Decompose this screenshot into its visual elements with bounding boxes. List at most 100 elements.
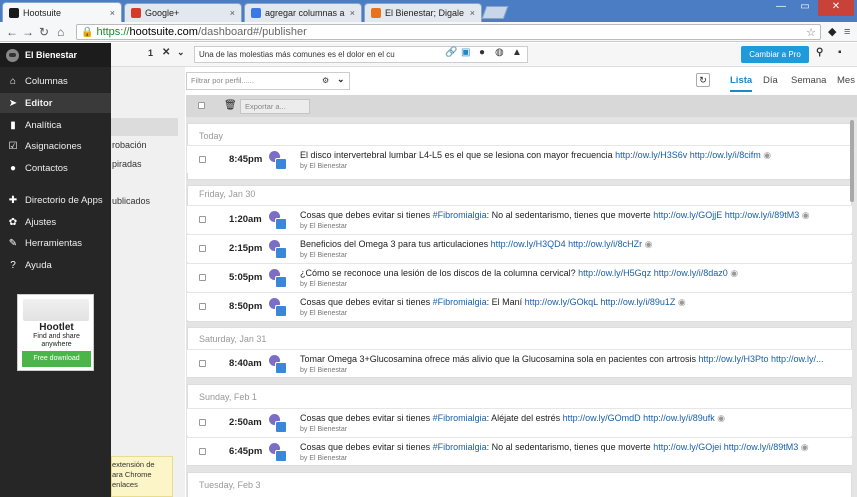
tab-semana[interactable]: Semana — [791, 75, 826, 86]
chevron-down-icon[interactable]: ⌄ — [337, 74, 345, 85]
reload-icon[interactable]: ↻ — [39, 24, 49, 40]
day-header: Saturday, Jan 31 — [199, 334, 267, 344]
screen: Hootsuite × Google+ × agregar columnas a… — [0, 0, 857, 497]
select-all-checkbox[interactable] — [198, 102, 205, 109]
message-text: El disco intervertebral lumbar L4-L5 es … — [300, 150, 772, 160]
sidebar-item-analitica[interactable]: ▮ Analítica — [0, 115, 111, 135]
sidebar-item-asignaciones[interactable]: ☑ Asignaciones — [0, 136, 111, 156]
publisher-nav-item[interactable]: ublicados — [112, 196, 150, 206]
row-checkbox[interactable] — [199, 303, 206, 310]
publisher-nav-item[interactable]: piradas — [112, 159, 142, 169]
google-search-favicon-icon — [251, 8, 261, 18]
hootlet-title: Hootlet — [39, 322, 74, 333]
back-arrow-icon[interactable]: ← — [6, 24, 18, 40]
profile-avatar-icon — [269, 355, 288, 374]
scheduled-time: 8:40am — [229, 358, 262, 369]
sidebar-item-columnas[interactable]: ⌂ Columnas — [0, 71, 111, 91]
close-icon[interactable]: × — [110, 8, 115, 18]
compose-message-input[interactable]: Una de las molestias más comunes es el d… — [194, 46, 528, 63]
sidebar-item-ajustes[interactable]: ✿ Ajustes — [0, 212, 111, 232]
sidebar-item-label: Herramientas — [25, 237, 83, 249]
close-icon[interactable]: × — [350, 8, 355, 18]
attach-link-icon[interactable]: 🔗 — [445, 47, 457, 58]
table-row[interactable]: 2:15pm Beneficios del Omega 3 para tus a… — [187, 234, 852, 262]
new-tab-button[interactable] — [481, 6, 509, 19]
browser-tab-google-plus[interactable]: Google+ × — [124, 3, 242, 22]
row-checkbox[interactable] — [199, 156, 206, 163]
table-row[interactable]: 8:40am Tomar Omega 3+Glucosamina ofrece … — [187, 349, 852, 377]
tab-lista[interactable]: Lista — [730, 75, 753, 92]
calendar-icon[interactable]: ▣ — [461, 47, 470, 58]
puzzle-icon: ✚ — [8, 194, 18, 206]
row-checkbox[interactable] — [199, 360, 206, 367]
filter-settings-icon[interactable]: ⚙ — [322, 76, 329, 85]
free-download-button[interactable]: Free download — [22, 351, 91, 367]
location-pin-icon[interactable]: ● — [479, 47, 485, 58]
row-checkbox[interactable] — [199, 245, 206, 252]
table-row[interactable]: 6:45pm Cosas que debes evitar si tienes … — [187, 437, 852, 465]
sidebar-item-directorio[interactable]: ✚ Directorio de Apps — [0, 190, 111, 210]
trash-icon[interactable]: 🗑 — [224, 100, 237, 111]
table-row[interactable]: 8:45pm El disco intervertebral lumbar L4… — [187, 145, 852, 173]
row-checkbox[interactable] — [199, 448, 206, 455]
menu-icon[interactable]: ≡ — [844, 24, 850, 40]
clear-profiles-icon[interactable]: ✕ — [162, 47, 170, 58]
browser-tab-search[interactable]: agregar columnas a hoots × — [244, 3, 362, 22]
upgrade-pro-button[interactable]: Cambiar a Pro — [741, 46, 809, 63]
tab-mes[interactable]: Mes — [837, 75, 855, 86]
minimize-icon[interactable]: — — [770, 0, 792, 16]
chat-icon[interactable]: ▪ — [838, 47, 842, 58]
day-card — [187, 472, 852, 497]
publisher-nav-highlight — [111, 118, 178, 136]
table-row[interactable]: 1:20am Cosas que debes evitar si tienes … — [187, 205, 852, 233]
day-header: Tuesday, Feb 3 — [199, 480, 261, 490]
publisher-nav-item[interactable]: robación — [112, 140, 147, 150]
search-icon[interactable]: ⚲ — [816, 47, 823, 58]
hootlet-extension-icon[interactable]: ◆ — [828, 24, 836, 40]
extension-notice-line: enlaces — [112, 480, 138, 489]
day-header: Friday, Jan 30 — [199, 189, 256, 199]
globe-icon[interactable]: ◍ — [495, 47, 504, 58]
browser-tab-title: agregar columnas a hoots — [265, 8, 346, 18]
export-button[interactable]: Exportar a... — [240, 99, 310, 114]
close-icon[interactable]: × — [230, 8, 235, 18]
message-text: Cosas que debes evitar si tienes #Fibrom… — [300, 442, 809, 452]
url-host: hootsuite.com — [129, 26, 198, 38]
table-row[interactable]: 5:05pm ¿Cómo se reconoce una lesión de l… — [187, 263, 852, 291]
brand-header[interactable]: El Bienestar — [0, 43, 111, 67]
browser-tab-hootsuite[interactable]: Hootsuite × — [2, 2, 122, 22]
sidebar-item-contactos[interactable]: ● Contactos — [0, 158, 111, 178]
scheduled-time: 5:05pm — [229, 272, 263, 283]
day-header: Sunday, Feb 1 — [199, 392, 257, 402]
window-close-icon[interactable]: ✕ — [818, 0, 854, 16]
address-bar[interactable]: 🔒 https:// hootsuite.com /dashboard#/pub… — [76, 24, 821, 40]
padlock-icon[interactable]: ▲ — [512, 47, 522, 58]
refresh-button[interactable]: ↻ — [696, 73, 710, 87]
author: by El Bienestar — [300, 310, 348, 317]
author: by El Bienestar — [300, 252, 348, 259]
maximize-icon[interactable]: ▭ — [794, 0, 816, 16]
chevron-down-icon[interactable]: ⌄ — [177, 47, 185, 58]
close-icon[interactable]: × — [470, 8, 475, 18]
row-checkbox[interactable] — [199, 419, 206, 426]
row-checkbox[interactable] — [199, 216, 206, 223]
sidebar-item-herramientas[interactable]: ✎ Herramientas — [0, 233, 111, 253]
forward-arrow-icon[interactable]: → — [22, 24, 34, 40]
scrollbar[interactable] — [850, 120, 854, 202]
browser-tab-strip: Hootsuite × Google+ × agregar columnas a… — [0, 0, 857, 22]
browser-tab-blogger[interactable]: El Bienestar; Digale adiós × — [364, 3, 482, 22]
table-row[interactable]: 2:50am Cosas que debes evitar si tienes … — [187, 408, 852, 436]
home-icon[interactable]: ⌂ — [57, 24, 64, 40]
sidebar-item-editor[interactable]: ➤ Editor — [0, 93, 111, 113]
bookmark-star-icon[interactable]: ☆ — [806, 26, 816, 39]
tab-dia[interactable]: Día — [763, 75, 778, 86]
author: by El Bienestar — [300, 281, 348, 288]
sidebar-item-ayuda[interactable]: ? Ayuda — [0, 255, 111, 275]
hootlet-subtitle: Find and share anywhere — [33, 333, 80, 348]
url-path: /dashboard#/publisher — [197, 26, 307, 38]
hootlet-promo[interactable]: Hootlet Find and share anywhere Free down… — [17, 294, 94, 371]
table-row[interactable]: 8:50pm Cosas que debes evitar si tienes … — [187, 292, 852, 320]
publisher-nav-panel — [111, 43, 185, 497]
row-checkbox[interactable] — [199, 274, 206, 281]
hootsuite-favicon-icon — [9, 7, 19, 18]
